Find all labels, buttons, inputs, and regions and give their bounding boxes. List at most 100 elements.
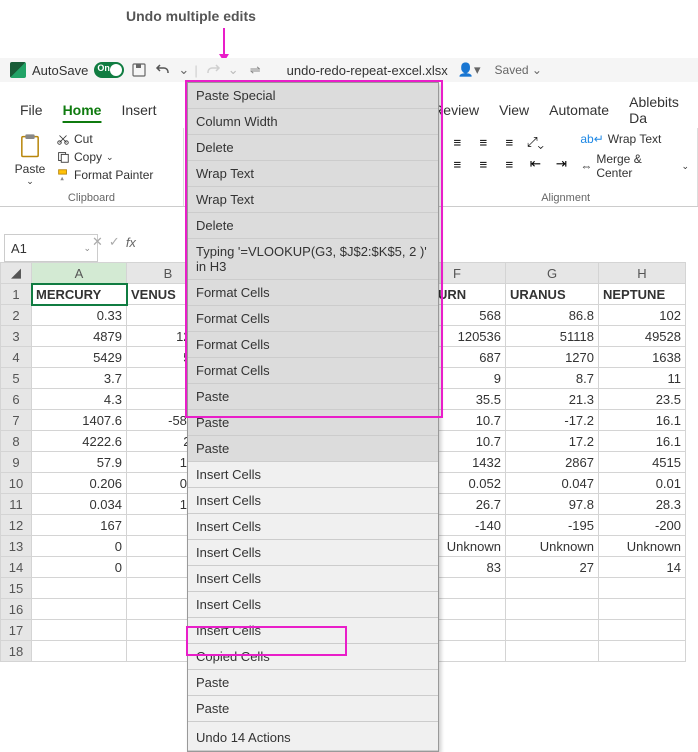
save-icon[interactable] (130, 61, 148, 79)
col-header[interactable]: A (32, 263, 127, 284)
filename-label[interactable]: undo-redo-repeat-excel.xlsx (287, 63, 448, 78)
undo-history-item[interactable]: Insert Cells (188, 462, 438, 488)
undo-icon[interactable] (154, 61, 172, 79)
undo-history-item[interactable]: Insert Cells (188, 566, 438, 592)
cell[interactable]: 0.047 (506, 473, 599, 494)
redo-icon[interactable] (204, 61, 222, 79)
cell[interactable]: 1638 (599, 347, 686, 368)
cell[interactable]: Unknown (599, 536, 686, 557)
undo-history-item[interactable]: Insert Cells (188, 592, 438, 618)
align-top-button[interactable]: ≡ (446, 132, 468, 152)
undo-history-item[interactable]: Insert Cells (188, 488, 438, 514)
col-header[interactable]: G (506, 263, 599, 284)
cell[interactable]: URANUS (506, 284, 599, 305)
cell[interactable] (506, 620, 599, 641)
cell[interactable] (599, 641, 686, 662)
cut-button[interactable]: Cut (56, 132, 153, 146)
cell[interactable]: 11 (599, 368, 686, 389)
row-header[interactable]: 3 (1, 326, 32, 347)
paste-button[interactable]: Paste⌄ (8, 132, 52, 187)
undo-history-item[interactable]: Paste (188, 436, 438, 462)
undo-history-item[interactable]: Insert Cells (188, 514, 438, 540)
increase-indent-button[interactable]: ⇥ (550, 154, 572, 174)
tab-ablebits[interactable]: Ablebits Da (629, 94, 698, 126)
decrease-indent-button[interactable]: ⇤ (524, 154, 546, 174)
cell[interactable] (506, 599, 599, 620)
row-header[interactable]: 9 (1, 452, 32, 473)
saved-status[interactable]: Saved ⌄ (495, 63, 542, 77)
enter-icon[interactable]: ✓ (109, 234, 120, 250)
cell[interactable]: -200 (599, 515, 686, 536)
cell[interactable]: 4.3 (32, 389, 127, 410)
undo-history-item[interactable]: Format Cells (188, 358, 438, 384)
cell[interactable] (32, 578, 127, 599)
row-header[interactable]: 11 (1, 494, 32, 515)
cell[interactable]: 0.33 (32, 305, 127, 326)
cell[interactable]: 21.3 (506, 389, 599, 410)
undo-history-item[interactable]: Delete (188, 213, 438, 239)
row-header[interactable]: 1 (1, 284, 32, 305)
wrap-text-button[interactable]: ab↵Wrap Text (580, 132, 689, 146)
row-header[interactable]: 4 (1, 347, 32, 368)
select-all-corner[interactable]: ◢ (1, 263, 32, 284)
tab-file[interactable]: File (20, 102, 43, 118)
cell[interactable]: 1270 (506, 347, 599, 368)
row-header[interactable]: 15 (1, 578, 32, 599)
undo-history-item[interactable]: Insert Cells (188, 540, 438, 566)
formula-bar[interactable]: ✕ ✓ fx (92, 234, 136, 250)
cell[interactable]: 1407.6 (32, 410, 127, 431)
cell[interactable]: 0.034 (32, 494, 127, 515)
row-header[interactable]: 2 (1, 305, 32, 326)
cell[interactable] (599, 599, 686, 620)
cell[interactable] (32, 641, 127, 662)
tab-insert[interactable]: Insert (121, 102, 156, 118)
align-left-button[interactable]: ≡ (446, 154, 468, 174)
cell[interactable]: 28.3 (599, 494, 686, 515)
cell[interactable]: Unknown (506, 536, 599, 557)
tab-home[interactable]: Home (63, 102, 102, 118)
row-header[interactable]: 16 (1, 599, 32, 620)
undo-history-item[interactable]: Copied Cells (188, 644, 438, 670)
row-header[interactable]: 17 (1, 620, 32, 641)
tab-automate[interactable]: Automate (549, 102, 609, 118)
undo-history-item[interactable]: Format Cells (188, 306, 438, 332)
undo-history-item[interactable]: Typing '=VLOOKUP(G3, $J$2:$K$5, 2 )' in … (188, 239, 438, 280)
undo-dropdown-arrow[interactable]: ⌄ (178, 62, 188, 78)
row-header[interactable]: 5 (1, 368, 32, 389)
cell[interactable]: 0 (32, 557, 127, 578)
align-bottom-button[interactable]: ≡ (498, 132, 520, 152)
undo-history-item[interactable]: Format Cells (188, 280, 438, 306)
row-header[interactable]: 13 (1, 536, 32, 557)
cell[interactable]: 102 (599, 305, 686, 326)
row-header[interactable]: 18 (1, 641, 32, 662)
cell[interactable] (32, 620, 127, 641)
cell[interactable] (599, 620, 686, 641)
fx-icon[interactable]: fx (126, 235, 136, 250)
merge-center-button[interactable]: ⇔Merge & Center ⌄ (580, 152, 689, 180)
autosave-toggle[interactable]: On (94, 62, 124, 78)
undo-history-item[interactable]: Paste (188, 410, 438, 436)
cell[interactable]: 57.9 (32, 452, 127, 473)
undo-history-item[interactable]: Insert Cells (188, 618, 438, 644)
undo-history-item[interactable]: Paste (188, 384, 438, 410)
cell[interactable]: 5429 (32, 347, 127, 368)
row-header[interactable]: 7 (1, 410, 32, 431)
row-header[interactable]: 6 (1, 389, 32, 410)
cell[interactable] (506, 578, 599, 599)
cell[interactable]: 23.5 (599, 389, 686, 410)
cell[interactable] (599, 578, 686, 599)
undo-history-item[interactable]: Format Cells (188, 332, 438, 358)
cell[interactable]: 49528 (599, 326, 686, 347)
row-header[interactable]: 8 (1, 431, 32, 452)
tab-view[interactable]: View (499, 102, 529, 118)
undo-history-item[interactable]: Paste (188, 696, 438, 722)
tab-review[interactable]: Review (433, 102, 479, 118)
redo-dropdown-arrow[interactable]: ⌄ (228, 62, 238, 78)
align-right-button[interactable]: ≡ (498, 154, 520, 174)
row-header[interactable]: 12 (1, 515, 32, 536)
cell[interactable]: MERCURY (32, 284, 127, 305)
qat-customize-icon[interactable]: ⇌ (250, 62, 261, 78)
undo-history-item[interactable]: Wrap Text (188, 187, 438, 213)
orientation-button[interactable]: ⤢⌄ (524, 132, 546, 152)
row-header[interactable]: 14 (1, 557, 32, 578)
